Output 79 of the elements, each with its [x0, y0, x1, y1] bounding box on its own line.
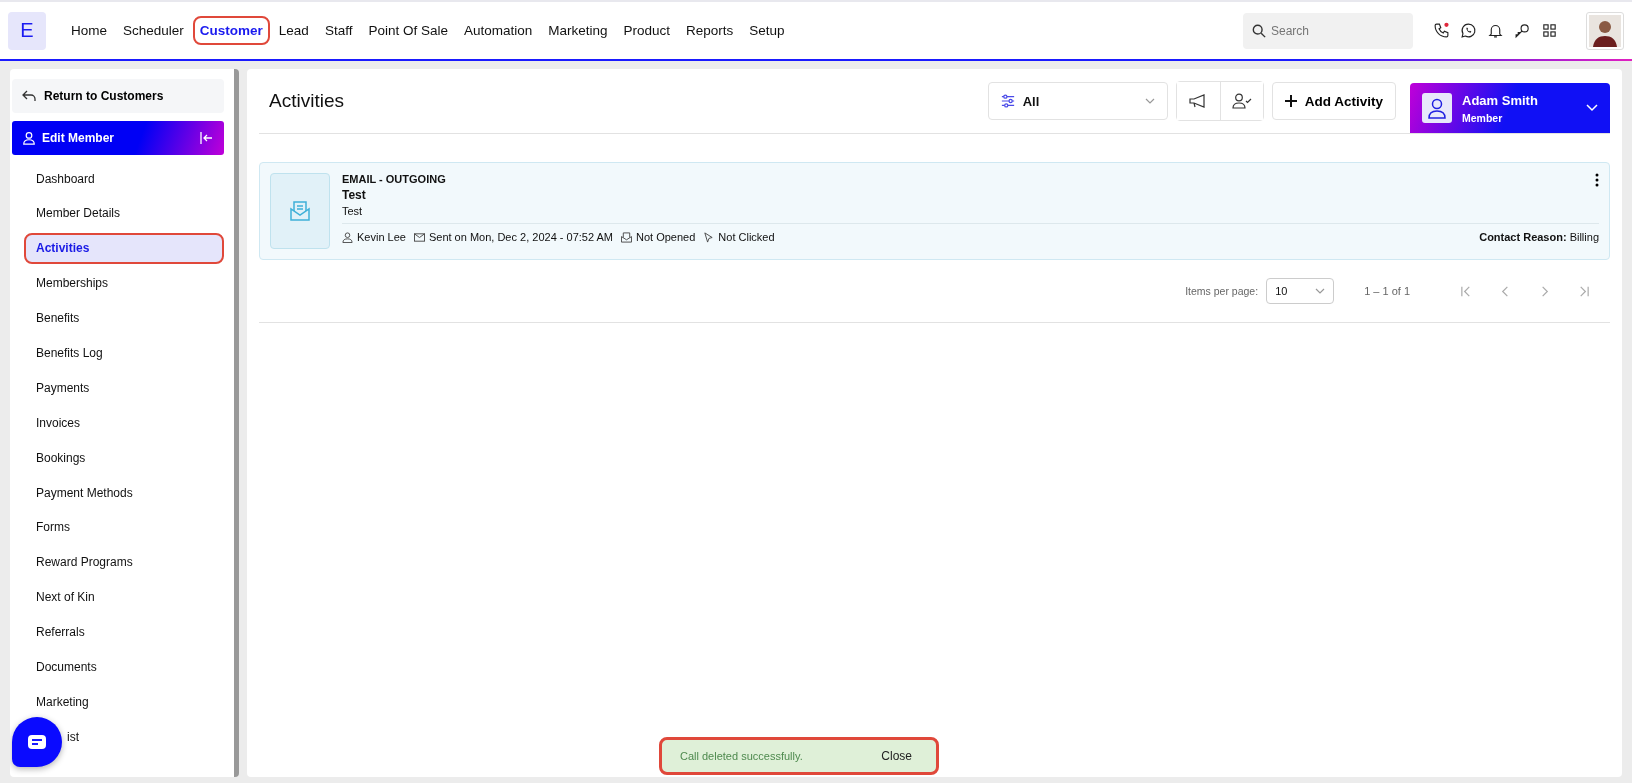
user-icon [342, 231, 353, 243]
sidebar-item[interactable]: Documents [24, 651, 224, 683]
cursor-icon [703, 231, 715, 243]
nav-link[interactable]: Marketing [541, 16, 615, 45]
sidebar-item[interactable]: ist [62, 721, 102, 753]
more-icon[interactable] [1595, 173, 1599, 187]
assign-user-button[interactable] [1219, 82, 1263, 120]
sidebar-item[interactable]: Invoices [24, 407, 224, 439]
chevron-icon [1586, 104, 1598, 112]
sidebar-item[interactable]: Dashboard [24, 163, 224, 194]
contact-reason: Contact Reason: Billing [1479, 231, 1599, 243]
plus-icon [1284, 95, 1297, 107]
sidebar-item[interactable]: Benefits Log [24, 337, 224, 369]
sidebar-item[interactable]: Benefits [24, 302, 224, 334]
user-icon [22, 131, 36, 145]
nav-link[interactable]: Product [616, 16, 678, 45]
user-icon [1426, 97, 1448, 119]
add-activity-button[interactable]: Add Activity [1271, 82, 1396, 120]
sidebar-item[interactable]: Activities [24, 232, 224, 264]
member-role: Member [1462, 111, 1504, 124]
filter-dropdown[interactable]: All [987, 82, 1168, 120]
nav-link[interactable]: Automation [456, 16, 540, 45]
per-page-value: 10 [1275, 285, 1288, 297]
close-button[interactable]: Close [875, 748, 918, 764]
nav-link[interactable]: Reports [679, 16, 741, 45]
sidebar-item[interactable]: Referrals [24, 616, 224, 648]
key-icon[interactable] [1514, 22, 1531, 39]
nav-link[interactable]: Staff [317, 16, 360, 45]
open-status: Not Opened [636, 231, 696, 243]
sidebar-item[interactable]: Forms [24, 511, 224, 543]
chevron-icon [1315, 288, 1326, 294]
section-title: Edit Member [42, 131, 115, 145]
items-per-page-select[interactable]: 10 [1266, 278, 1335, 304]
logo[interactable]: E [8, 11, 46, 50]
sliders-icon [1000, 94, 1015, 108]
member-name: Adam Smith [1462, 92, 1539, 108]
member-card[interactable]: Adam Smith Member [1410, 83, 1610, 133]
search-icon [1252, 23, 1266, 38]
grid-icon[interactable] [1541, 22, 1558, 39]
activity-subject: Test [342, 188, 367, 202]
nav-link[interactable]: Lead [271, 16, 316, 45]
message-icon [27, 734, 47, 750]
click-status: Not Clicked [718, 231, 775, 243]
staff-name: Kevin Lee [357, 231, 406, 243]
return-button[interactable]: Return to Customers [12, 79, 224, 113]
nav-link[interactable]: Home [64, 16, 114, 45]
envelope-icon [413, 231, 425, 243]
inbox-icon [621, 231, 632, 243]
sidebar-item[interactable]: Next of Kin [24, 581, 224, 613]
return-icon [22, 90, 36, 102]
nav-link[interactable]: Customer [192, 16, 270, 45]
items-per-page-label: Items per page: [1185, 285, 1259, 297]
megaphone-icon [1189, 94, 1208, 108]
chat-button[interactable] [12, 717, 62, 767]
sidebar-item[interactable]: Member Details [24, 197, 224, 229]
nav-link[interactable]: Point Of Sale [361, 16, 455, 45]
email-icon [289, 200, 311, 222]
activity-body: Test [342, 205, 364, 217]
avatar[interactable] [1589, 14, 1621, 47]
sidebar-item[interactable]: Bookings [24, 442, 224, 474]
page-range: 1 – 1 of 1 [1364, 285, 1410, 297]
toast-message: Call deleted successfully. [680, 750, 803, 762]
nav-link[interactable]: Scheduler [116, 16, 191, 45]
search-field[interactable]: Search [1243, 12, 1413, 49]
sidebar-item[interactable]: Marketing [24, 686, 224, 718]
sidebar-item[interactable]: Payment Methods [24, 477, 224, 508]
user-check-icon [1231, 93, 1252, 109]
sent-date: Sent on Mon, Dec 2, 2024 - 07:52 AM [428, 231, 613, 243]
page-title: Activities [269, 90, 345, 112]
nav-link[interactable]: Setup [742, 16, 792, 45]
chat-icon[interactable] [1460, 22, 1477, 39]
sidebar-item[interactable]: Reward Programs [24, 546, 224, 578]
sidebar-item[interactable]: Payments [24, 372, 224, 404]
bell-icon[interactable] [1487, 22, 1504, 39]
activity-type: EMAIL - OUTGOING [342, 173, 446, 185]
chevron-icon [1144, 98, 1155, 104]
collapse-icon[interactable] [200, 132, 214, 144]
phone-icon[interactable] [1433, 22, 1450, 39]
sidebar-item[interactable]: Memberships [24, 267, 224, 299]
